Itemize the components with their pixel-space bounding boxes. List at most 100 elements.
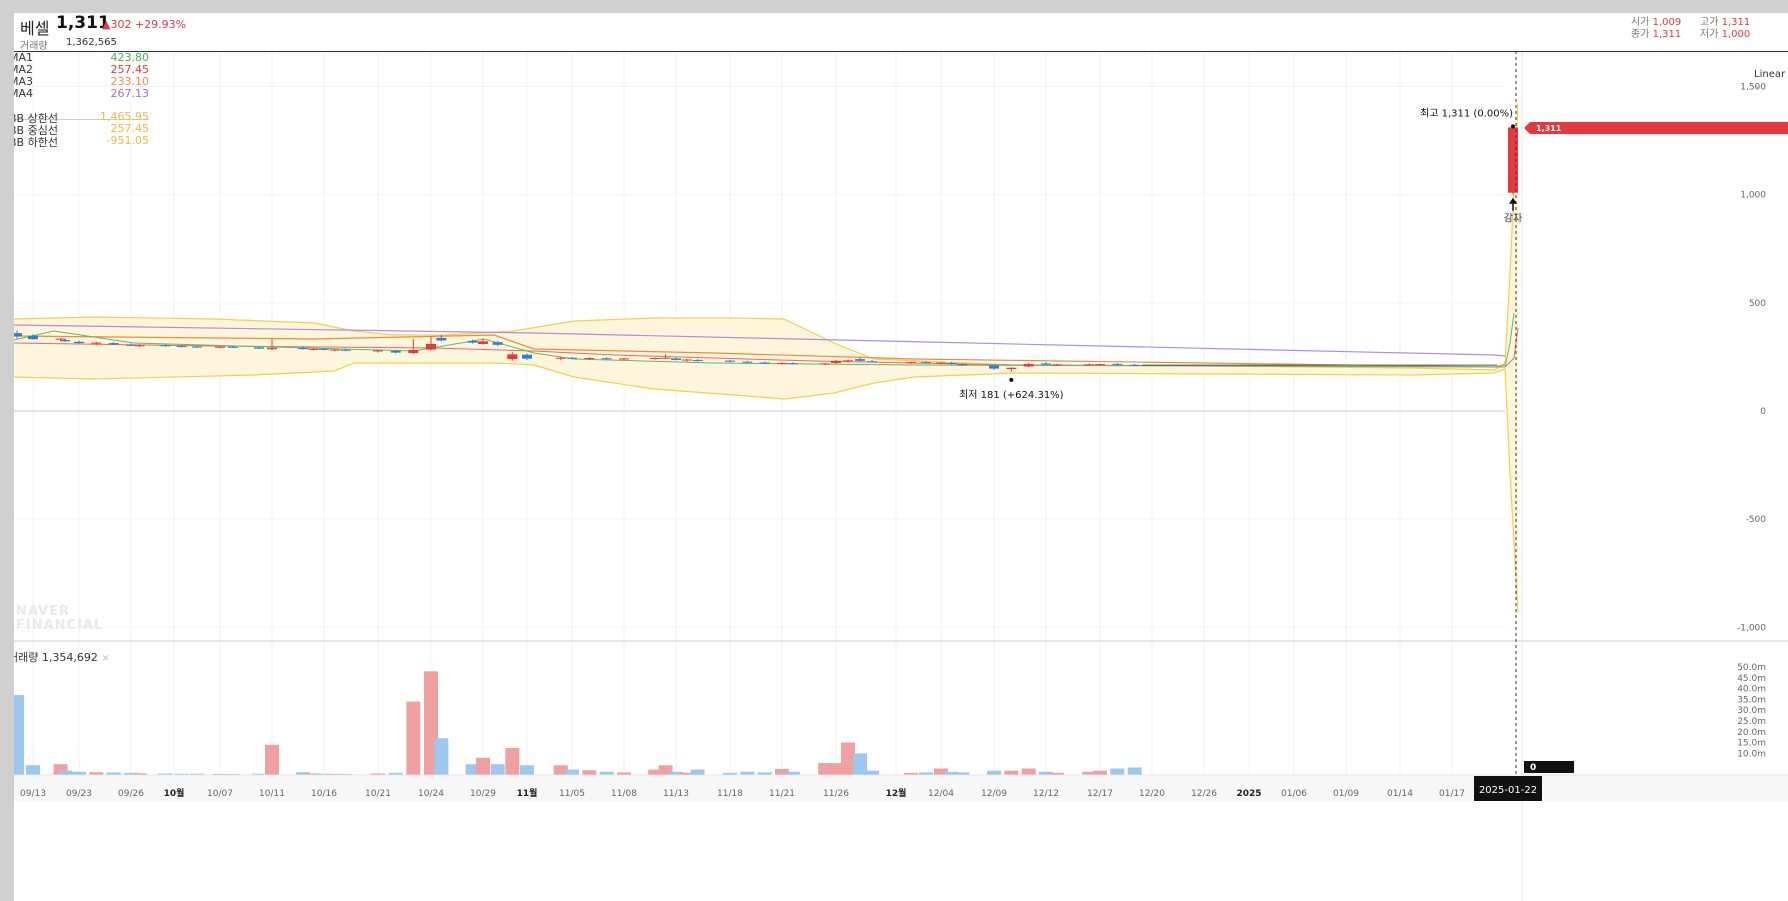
candle-body — [855, 359, 865, 361]
volume-tick-label: 35.0m — [1737, 695, 1766, 705]
legend-bb-lower-name: BB 하한선 — [14, 136, 58, 149]
x-tick-label: 11/08 — [611, 789, 637, 799]
candle-body — [820, 363, 831, 365]
candle-body — [176, 346, 187, 348]
candle-body — [660, 357, 671, 359]
volume-bar — [865, 770, 879, 775]
close-icon[interactable]: ✕ — [102, 654, 110, 664]
x-tick-label: 12/17 — [1087, 789, 1113, 799]
volume-bar — [490, 764, 505, 775]
x-tick-label: 12/26 — [1191, 789, 1217, 799]
candle-body — [126, 344, 136, 346]
volume-bar — [565, 769, 579, 775]
candle-body — [957, 364, 968, 366]
x-tick-label: 09/23 — [66, 789, 92, 799]
x-tick-label: 11/26 — [823, 789, 849, 799]
x-tick-label: 10/21 — [365, 789, 391, 799]
watermark-line-2: FINANCIAL — [16, 618, 104, 633]
volume-tick-label: 25.0m — [1737, 717, 1766, 727]
candle-body — [522, 354, 532, 359]
volume-bar — [853, 753, 867, 775]
x-tick-label: 11/18 — [717, 789, 743, 799]
x-tick-label: 11월 — [517, 787, 538, 799]
candle-body — [671, 358, 681, 360]
volume-bar — [434, 738, 449, 775]
candle-body — [254, 347, 264, 349]
last-price-tag-label: 1,311 — [1536, 124, 1562, 133]
volume-panel-title: 거래량 — [14, 651, 39, 664]
volume-bar — [987, 770, 1001, 775]
candle-body — [601, 358, 612, 360]
high-annotation: 최고 1,311 (0.00%) — [1420, 107, 1513, 119]
x-tick-label: 12월 — [886, 787, 907, 799]
x-tick-label: 09/13 — [20, 789, 46, 799]
candle-body — [692, 359, 703, 361]
volume-bar — [520, 765, 534, 775]
candle-body — [134, 345, 145, 347]
volume-tick-label: 30.0m — [1737, 706, 1766, 716]
price-chart[interactable]: 1,5001,0005000-500-1,00050.0m45.0m40.0m3… — [14, 13, 1788, 901]
x-tick-label: 12/04 — [928, 789, 954, 799]
x-tick-label: 10/16 — [311, 789, 337, 799]
low-marker — [1009, 377, 1014, 382]
candle-body — [373, 350, 383, 352]
candle-body — [831, 360, 841, 363]
stock-name: 베셀 — [20, 19, 50, 38]
candle-body — [584, 358, 595, 360]
x-tick-label: 12/12 — [1033, 789, 1059, 799]
volume-bar — [14, 695, 24, 775]
candle-body — [989, 365, 999, 369]
candle-body — [681, 359, 692, 361]
volume-tick-label: 20.0m — [1737, 728, 1766, 738]
price-tick-label: 0 — [1760, 407, 1766, 417]
x-tick-label: 10/07 — [207, 789, 233, 799]
volume-tick-label: 50.0m — [1737, 663, 1766, 673]
close-value: 1,311 — [1652, 29, 1682, 40]
candle-body — [192, 346, 202, 348]
x-tick-label: 11/13 — [663, 789, 689, 799]
price-tick-label: 500 — [1749, 299, 1766, 309]
volume-bar — [505, 748, 520, 775]
candle-body — [160, 345, 171, 347]
candle-body — [759, 362, 770, 364]
candle-body — [1041, 363, 1051, 365]
candle-body — [650, 358, 661, 360]
volume-bar — [406, 701, 421, 775]
volume-bar — [829, 763, 843, 775]
legend-ma4-value: 267.13 — [110, 87, 150, 100]
scale-mode-select[interactable]: Linear ⌄ — [1754, 69, 1788, 91]
candle-body — [28, 335, 38, 340]
x-tick-label: 10/29 — [470, 789, 496, 799]
candle-body — [906, 362, 916, 364]
candle-body — [390, 350, 401, 353]
volume-bar — [1110, 768, 1125, 775]
legend-ma4-name: MA4 — [14, 87, 34, 100]
candle-body — [426, 343, 436, 350]
x-tick-label: 01/06 — [1281, 789, 1307, 799]
x-tick-label: 11/21 — [769, 789, 795, 799]
candle-body — [1112, 363, 1123, 365]
candle-body — [467, 340, 478, 343]
x-tick-label: 2025 — [1236, 789, 1261, 799]
close-item: 종가 1,311 — [1631, 25, 1681, 40]
candle-body — [507, 354, 518, 360]
price-tick-label: 1,000 — [1740, 191, 1766, 201]
candle-body — [1006, 367, 1017, 370]
candle-body — [91, 342, 102, 344]
x-tick-label: 11/05 — [559, 789, 585, 799]
x-tick-label: 10/24 — [418, 789, 444, 799]
candle-body — [1095, 364, 1105, 366]
candle-body — [60, 340, 71, 342]
volume-value: 1,362,565 — [66, 37, 117, 48]
low-label: 저가 — [1700, 29, 1719, 40]
quote-header: 베셀 1,311 ▲302 +29.93% 거래량 1,362,565 시가 1… — [14, 13, 1788, 52]
candle-body — [408, 350, 419, 354]
event-annotation: 감자 — [1504, 213, 1522, 225]
volume-bar — [26, 765, 40, 775]
candle-body — [946, 362, 957, 364]
high-marker — [1511, 124, 1515, 129]
candle-body — [228, 346, 238, 348]
candle-body — [936, 362, 946, 364]
watermark-logo: NAVER FINANCIAL — [16, 605, 103, 633]
candle-body — [619, 358, 629, 360]
